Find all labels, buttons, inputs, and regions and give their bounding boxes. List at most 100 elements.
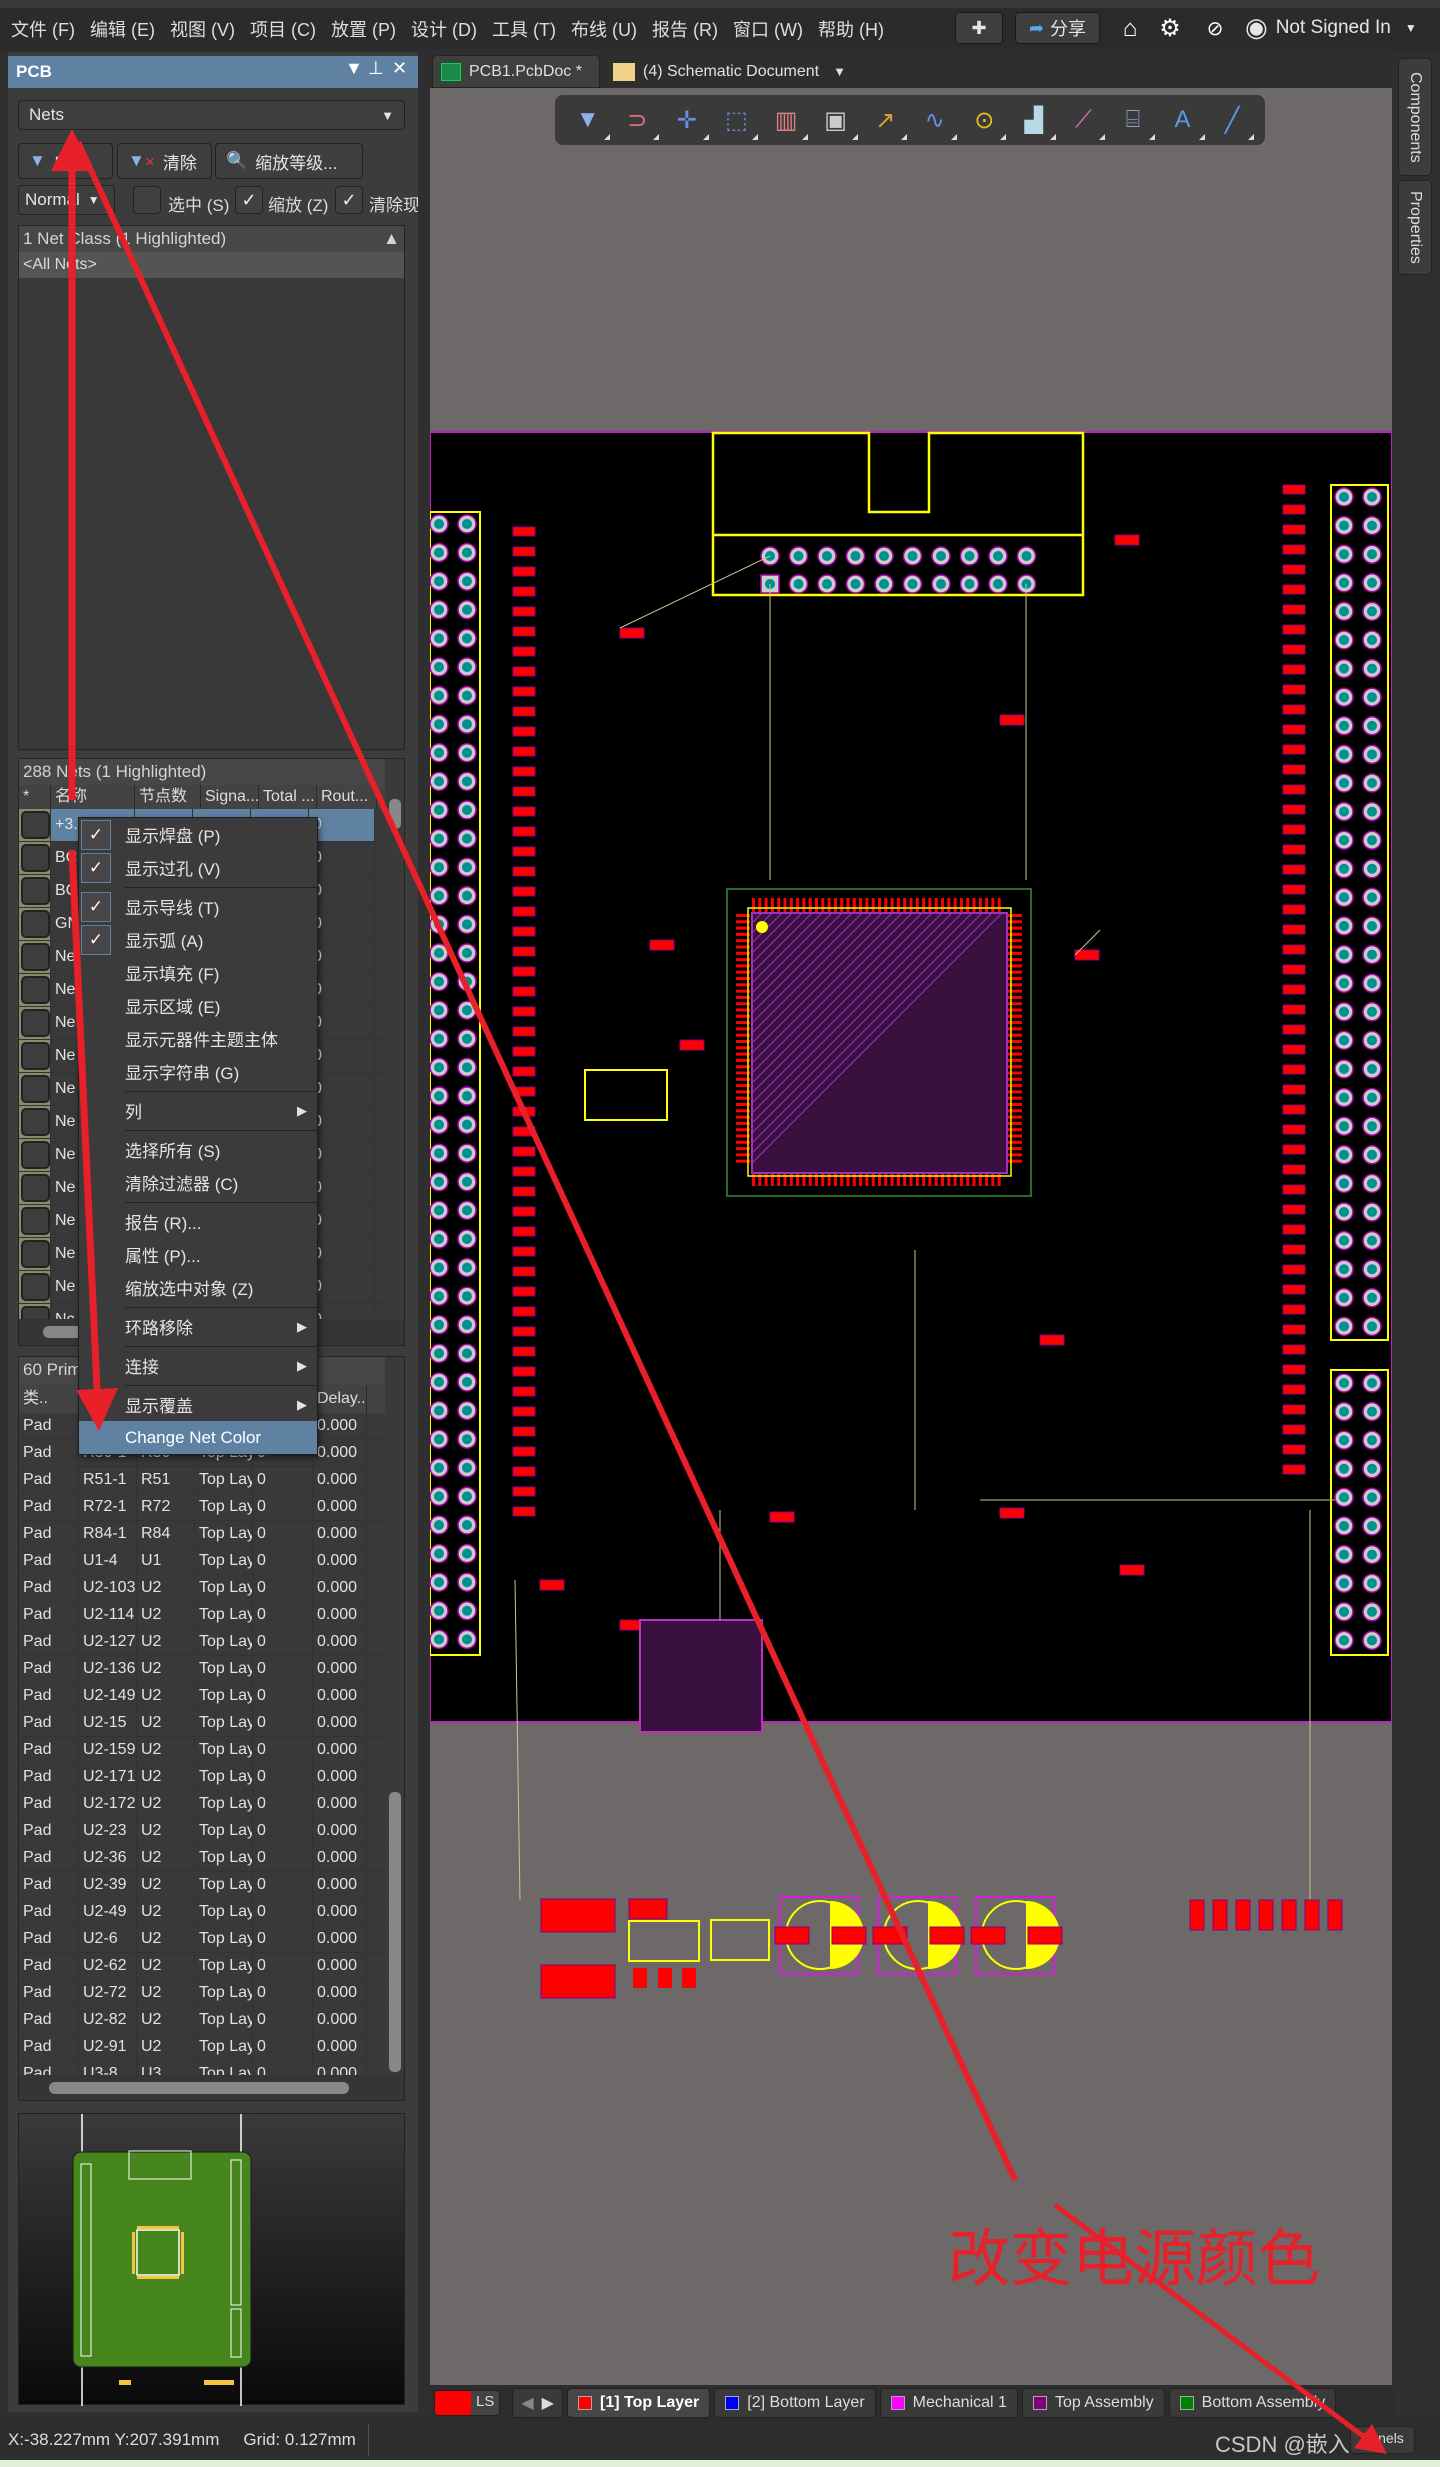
tab-components[interactable]: Components <box>1398 58 1432 176</box>
column-header[interactable]: * <box>19 785 51 809</box>
gear-icon[interactable]: ⚙ <box>1155 14 1185 44</box>
layer-tab[interactable]: Mechanical 1 <box>879 2387 1018 2418</box>
select-rect-icon[interactable]: ⬚ <box>718 102 759 140</box>
menu-item[interactable]: 报告 (R) <box>652 16 718 42</box>
menu-item[interactable]: 布线 (U) <box>571 16 637 42</box>
collapse-up-icon[interactable]: ▲ <box>383 229 400 249</box>
net-class-item[interactable]: <All Nets> <box>19 252 404 278</box>
primitive-row[interactable]: Pad U2-49 U2 Top Lay 0 0.000 <box>19 1899 385 1926</box>
net-color-swatch[interactable] <box>21 1174 50 1202</box>
context-menu-item[interactable]: 清除过滤器 (C) <box>79 1166 317 1199</box>
net-color-swatch[interactable] <box>21 910 50 938</box>
primitives-vscroll[interactable] <box>385 1357 404 2072</box>
menu-item[interactable]: 视图 (V) <box>170 16 235 42</box>
net-color-cell[interactable] <box>19 1040 51 1072</box>
primitive-row[interactable]: Pad U2-127 U2 Top Lay 0 0.000 <box>19 1629 385 1656</box>
context-menu-item[interactable]: 选择所有 (S) <box>79 1133 317 1166</box>
context-menu-item[interactable]: 连接 ▶ <box>79 1349 317 1382</box>
context-menu-item[interactable]: 环路移除 ▶ <box>79 1310 317 1343</box>
context-menu-item[interactable]: 属性 (P)... <box>79 1238 317 1271</box>
net-color-cell[interactable] <box>19 941 51 973</box>
column-header[interactable]: Rout... <box>317 785 377 809</box>
panels-button[interactable]: Panels <box>1350 2426 1415 2454</box>
primitive-row[interactable]: Pad U2-103 U2 Top Lay 0 0.000 <box>19 1575 385 1602</box>
context-menu-item[interactable]: 显示覆盖 ▶ <box>79 1388 317 1421</box>
cloud-off-icon[interactable]: ⊘ <box>1200 14 1230 44</box>
net-color-cell[interactable] <box>19 875 51 907</box>
primitive-row[interactable]: Pad U2-72 U2 Top Lay 0 0.000 <box>19 1980 385 2007</box>
net-color-swatch[interactable] <box>21 877 50 905</box>
dimension-icon[interactable]: ⌸ <box>1115 102 1155 140</box>
align-bars-icon[interactable]: ▥ <box>768 102 809 140</box>
menu-item[interactable]: 设计 (D) <box>411 16 477 42</box>
net-color-cell[interactable] <box>19 809 51 841</box>
column-header[interactable]: 类.. <box>19 1385 79 1413</box>
polygon-fill-icon[interactable]: ▟ <box>1016 102 1056 140</box>
move-cross-icon[interactable]: ✛ <box>669 102 709 140</box>
primitive-row[interactable]: Pad R72-1 R72 Top Lay 0 0.000 <box>19 1494 385 1521</box>
clear-button[interactable]: ▼✕ 清除 <box>117 143 212 179</box>
zoom-checkbox[interactable]: ✓ <box>235 186 263 214</box>
layer-tab[interactable]: Bottom Assembly <box>1168 2387 1337 2418</box>
column-header[interactable]: 节点数 <box>135 785 201 809</box>
pcb-canvas[interactable] <box>430 88 1392 2385</box>
net-color-swatch[interactable] <box>21 844 50 872</box>
primitive-row[interactable]: Pad U2-171 U2 Top Lay 0 0.000 <box>19 1764 385 1791</box>
component-icon[interactable]: ▣ <box>818 102 858 140</box>
net-color-swatch[interactable] <box>21 943 50 971</box>
primitive-row[interactable]: Pad U2-23 U2 Top Lay 0 0.000 <box>19 1818 385 1845</box>
context-menu-item[interactable]: 显示填充 (F) <box>79 956 317 989</box>
net-color-cell[interactable] <box>19 1238 51 1270</box>
context-menu-item[interactable]: 显示元器件主题主体 <box>79 1022 317 1055</box>
context-menu-item[interactable]: Change Net Color <box>79 1421 317 1454</box>
context-menu-item[interactable]: ✓ 显示导线 (T) <box>79 890 317 923</box>
net-color-swatch[interactable] <box>21 811 50 839</box>
layer-scroll-buttons[interactable]: ◀ ▶ <box>512 2387 563 2418</box>
interactive-route-magnet-icon[interactable]: ⊃ <box>619 102 660 140</box>
net-color-swatch[interactable] <box>21 1075 50 1103</box>
net-color-swatch[interactable] <box>21 976 50 1004</box>
net-color-cell[interactable] <box>19 1007 51 1039</box>
share-button[interactable]: ➦ 分享 <box>1015 12 1100 44</box>
tab-properties[interactable]: Properties <box>1398 180 1432 275</box>
net-color-cell[interactable] <box>19 908 51 940</box>
track-line-icon[interactable]: ⟋ <box>1065 102 1106 140</box>
line-icon[interactable]: ╱ <box>1214 102 1255 140</box>
nets-vscroll[interactable] <box>385 759 404 1319</box>
net-color-swatch[interactable] <box>21 1240 50 1268</box>
column-header[interactable]: Signa... <box>201 785 259 809</box>
chevron-down-icon[interactable]: ▼ <box>833 64 846 79</box>
clear-existing-checkbox[interactable]: ✓ <box>335 186 363 214</box>
primitives-hscroll[interactable] <box>19 2075 404 2100</box>
net-color-cell[interactable] <box>19 1271 51 1303</box>
tab-schematic-document[interactable]: (4) Schematic Document ▼ <box>605 55 885 88</box>
context-menu-item[interactable]: 显示区域 (E) <box>79 989 317 1022</box>
primitive-row[interactable]: Pad U2-36 U2 Top Lay 0 0.000 <box>19 1845 385 1872</box>
menu-item[interactable]: 帮助 (H) <box>818 16 884 42</box>
primitive-row[interactable]: Pad U2-39 U2 Top Lay 0 0.000 <box>19 1872 385 1899</box>
menu-item[interactable]: 项目 (C) <box>250 16 316 42</box>
chevron-left-icon[interactable]: ◀ <box>521 2393 533 2413</box>
net-color-cell[interactable] <box>19 974 51 1006</box>
net-color-cell[interactable] <box>19 1106 51 1138</box>
mode-select[interactable]: Nets ▼ <box>18 100 405 130</box>
text-icon[interactable]: A <box>1165 102 1205 140</box>
net-color-swatch[interactable] <box>21 1042 50 1070</box>
context-menu-item[interactable]: 报告 (R)... <box>79 1205 317 1238</box>
net-color-swatch[interactable] <box>21 1009 50 1037</box>
layer-tab[interactable]: [2] Bottom Layer <box>714 2387 876 2418</box>
net-color-cell[interactable] <box>19 1205 51 1237</box>
primitive-row[interactable]: Pad R51-1 R51 Top Lay 0 0.000 <box>19 1467 385 1494</box>
menu-item[interactable]: 文件 (F) <box>11 16 75 42</box>
primitive-row[interactable]: Pad U2-91 U2 Top Lay 0 0.000 <box>19 2034 385 2061</box>
primitive-row[interactable]: Pad R84-1 R84 Top Lay 0 0.000 <box>19 1521 385 1548</box>
menu-item[interactable]: 工具 (T) <box>492 16 556 42</box>
net-color-swatch[interactable] <box>21 1273 50 1301</box>
panel-menu-icon[interactable]: ▼ <box>345 58 363 79</box>
feedback-button[interactable]: ✚ <box>955 12 1003 44</box>
close-icon[interactable]: ✕ <box>392 58 407 79</box>
column-header[interactable]: Total ... <box>259 785 317 809</box>
home-icon[interactable]: ⌂ <box>1115 14 1145 44</box>
context-menu-item[interactable]: 列 ▶ <box>79 1094 317 1127</box>
column-header[interactable]: 名称 <box>51 785 135 809</box>
